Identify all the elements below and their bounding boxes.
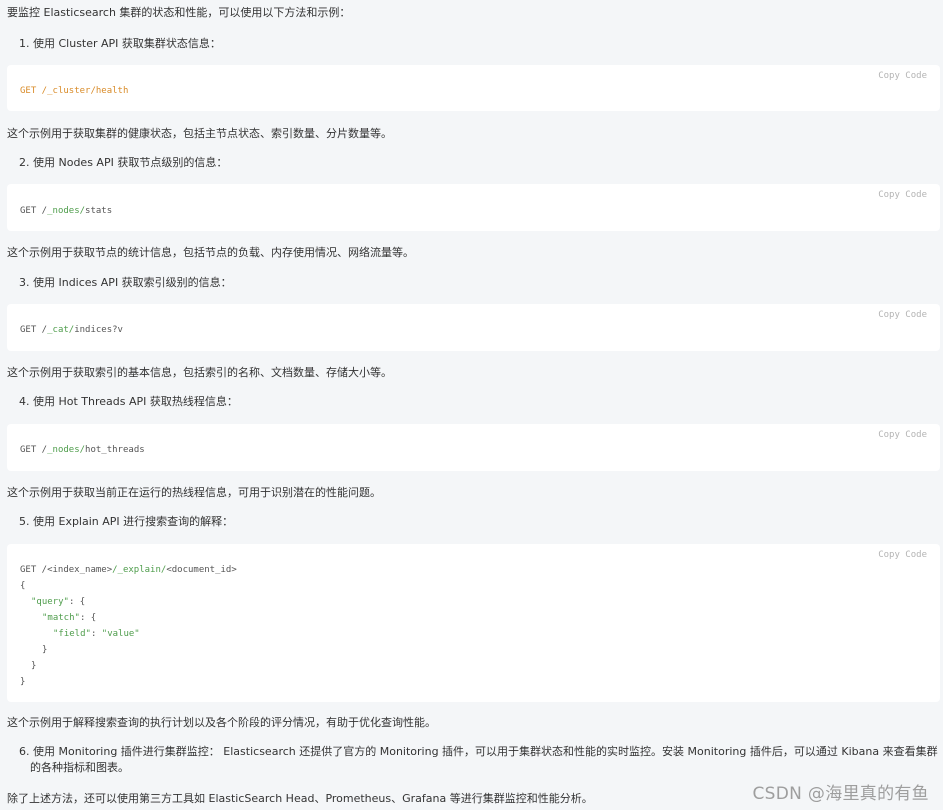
code-line: GET /<index_name>/_explain/<document_id> [20, 564, 237, 576]
code-suffix: indices?v [74, 325, 123, 335]
copy-code-button[interactable]: Copy Code [878, 430, 927, 440]
code-method: GET [20, 206, 37, 216]
intro-text: 要监控 Elasticsearch 集群的状态和性能，可以使用以下方法和示例： [7, 6, 351, 19]
code-key: "query" [31, 597, 69, 607]
code-key: "field" [53, 629, 91, 639]
code-prefix: / [36, 325, 48, 335]
code-method: GET [20, 86, 37, 96]
code-block-4: Copy Code GET /_nodes/hot_threads [7, 424, 940, 471]
outro-text: 除了上述方法，还可以使用第三方工具如 ElasticSearch Head、Pr… [7, 792, 593, 805]
code-line: "field": "value" [20, 628, 140, 640]
step-6-text: 6. 使用 Monitoring 插件进行集群监控： Elasticsearch… [19, 745, 938, 774]
code-path: _nodes/ [47, 445, 86, 455]
code-line: "query": { [20, 596, 85, 608]
code-path: _cat/ [47, 325, 75, 335]
code-path: _nodes/ [47, 206, 86, 216]
code-line: GET /_cat/indices?v [20, 324, 123, 336]
code-text: : { [79, 613, 97, 623]
step-6-paragraph: 6. 使用 Monitoring 插件进行集群监控： Elasticsearch… [19, 744, 939, 776]
code-block-2: Copy Code GET /_nodes/stats [7, 184, 940, 231]
code-line: GET /_nodes/stats [20, 205, 112, 217]
code-text: <document_id> [166, 565, 237, 575]
code-text: : { [68, 597, 86, 607]
code-block-3: Copy Code GET /_cat/indices?v [7, 304, 940, 351]
code-text: { [20, 581, 26, 591]
code-suffix: hot_threads [85, 445, 145, 455]
code-block-1: Copy Code GET /_cluster/health [7, 65, 940, 111]
step-2-description: 这个示例用于获取节点的统计信息，包括节点的负载、内存使用情况、网络流量等。 [7, 246, 414, 259]
code-method: GET [20, 445, 37, 455]
code-prefix: / [36, 206, 48, 216]
step-2-title: 2. 使用 Nodes API 获取节点级别的信息： [19, 156, 228, 169]
step-3-title: 3. 使用 Indices API 获取索引级别的信息： [19, 276, 232, 289]
code-value: "value" [101, 629, 140, 639]
copy-code-button[interactable]: Copy Code [878, 190, 927, 200]
code-line: } [20, 676, 25, 688]
step-5-description: 这个示例用于解释搜索查询的执行计划以及各个阶段的评分情况，有助于优化查询性能。 [7, 716, 436, 729]
code-path: /_explain/ [112, 565, 167, 575]
code-prefix: / [36, 445, 48, 455]
code-line: } [20, 644, 47, 656]
step-1-title: 1. 使用 Cluster API 获取集群状态信息： [19, 37, 221, 50]
code-line: GET /_cluster/health [20, 85, 128, 97]
code-text: } [42, 645, 48, 655]
code-path: /_cluster/health [36, 86, 129, 96]
code-method: GET [20, 325, 37, 335]
code-suffix: stats [85, 206, 113, 216]
step-4-title: 4. 使用 Hot Threads API 获取热线程信息： [19, 395, 238, 408]
step-5-title: 5. 使用 Explain API 进行搜索查询的解释： [19, 515, 234, 528]
code-key: "match" [42, 613, 80, 623]
step-4-description: 这个示例用于获取当前正在运行的热线程信息，可用于识别潜在的性能问题。 [7, 486, 381, 499]
code-line: { [20, 580, 25, 592]
step-3-description: 这个示例用于获取索引的基本信息，包括索引的名称、文档数量、存储大小等。 [7, 366, 392, 379]
code-text: GET /<index_name> [20, 565, 113, 575]
copy-code-button[interactable]: Copy Code [878, 550, 927, 560]
code-text: : [90, 629, 102, 639]
copy-code-button[interactable]: Copy Code [878, 310, 927, 320]
csdn-watermark: CSDN @海里真的有鱼 [752, 784, 929, 804]
code-text: } [20, 677, 26, 687]
code-line: GET /_nodes/hot_threads [20, 444, 145, 456]
code-line: } [20, 660, 36, 672]
step-1-description: 这个示例用于获取集群的健康状态，包括主节点状态、索引数量、分片数量等。 [7, 127, 392, 140]
code-text: } [31, 661, 37, 671]
copy-code-button[interactable]: Copy Code [878, 71, 927, 81]
code-line: "match": { [20, 612, 96, 624]
code-block-5: Copy Code GET /<index_name>/_explain/<do… [7, 544, 940, 702]
